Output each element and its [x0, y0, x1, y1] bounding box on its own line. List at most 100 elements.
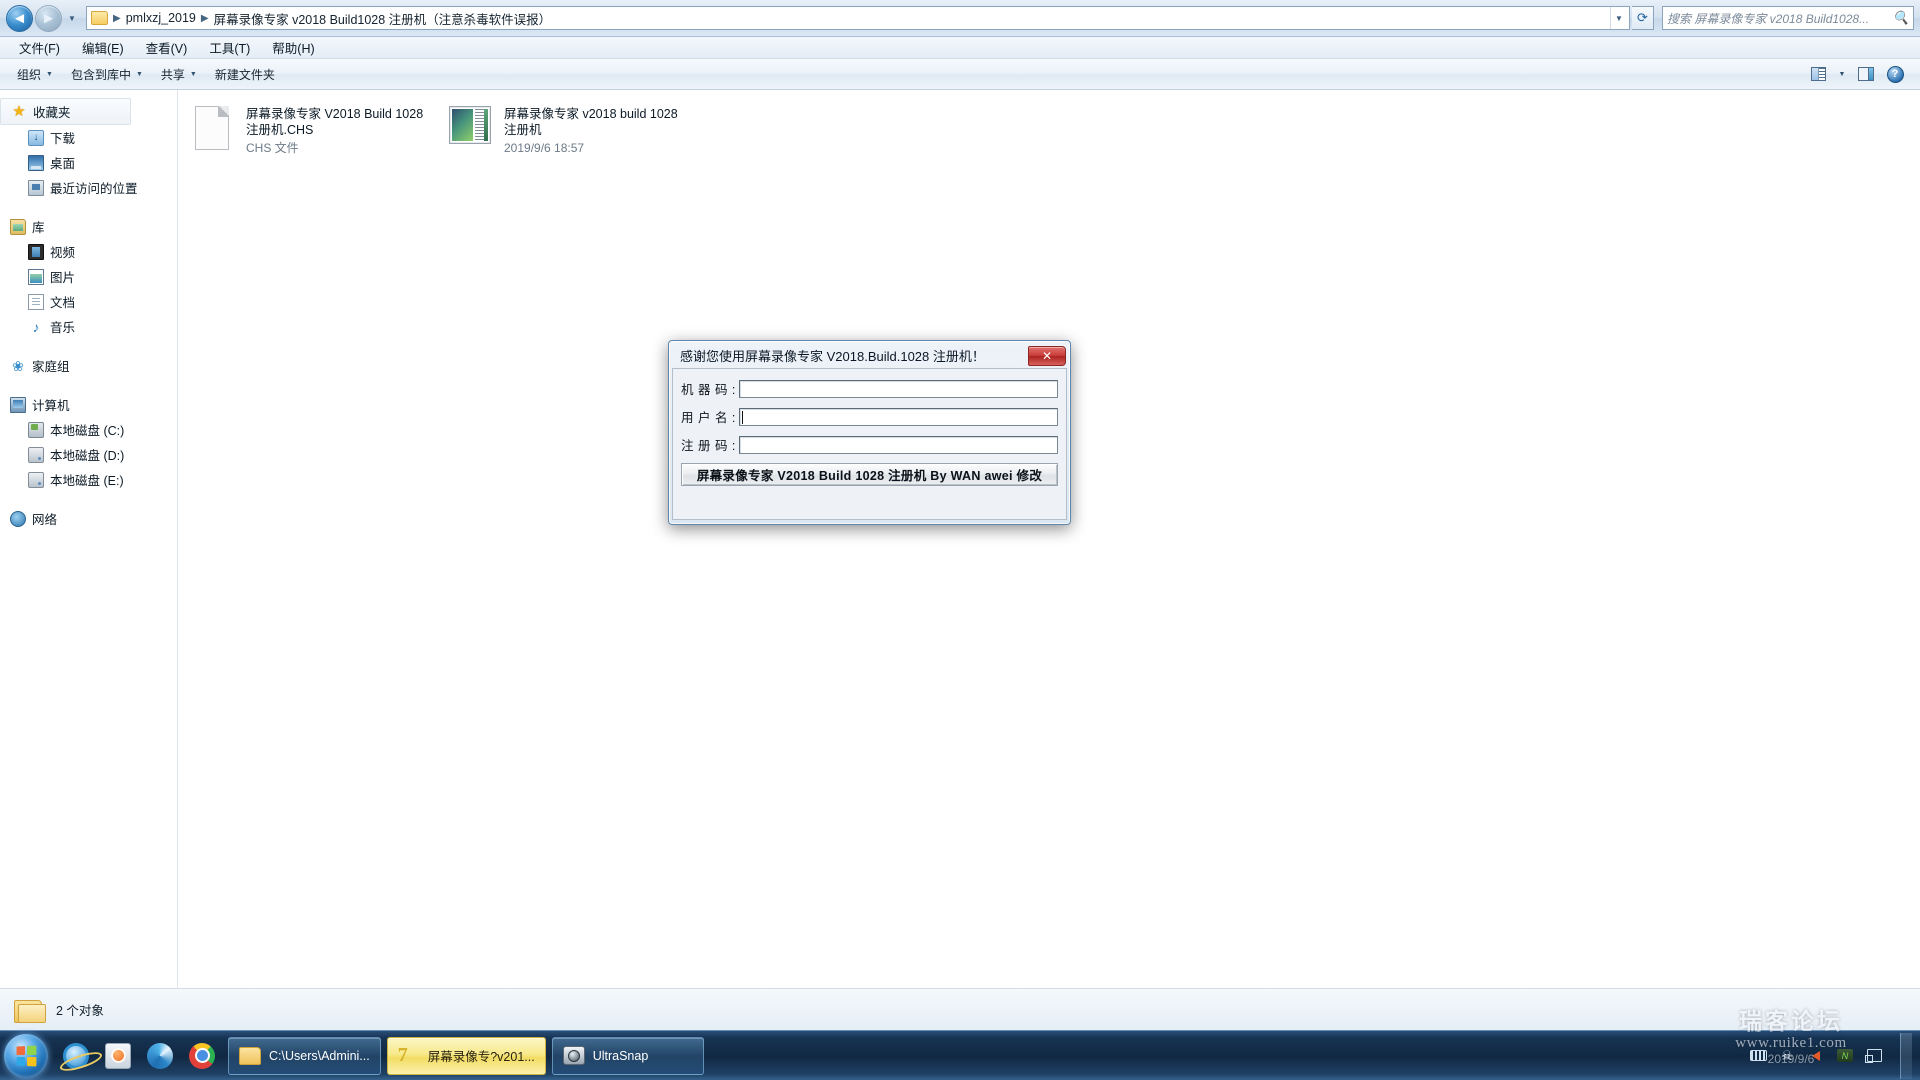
sidebar-item-homegroup[interactable]: ❀ 家庭组: [0, 353, 177, 378]
sidebar-item-network[interactable]: 网络: [0, 506, 177, 531]
network-icon[interactable]: [1864, 1048, 1883, 1064]
sidebar-item-label: 库: [32, 221, 45, 235]
downloads-icon: [28, 129, 44, 146]
taskbar-window-explorer[interactable]: C:\Users\Admini...: [228, 1036, 381, 1075]
sidebar-item-documents[interactable]: 文档: [0, 289, 177, 314]
sidebar-item-label: 图片: [50, 271, 76, 285]
machine-code-field[interactable]: [739, 379, 1058, 398]
file-meta: 屏幕录像专家 V2018 Build 1028 注册机.CHS CHS 文件: [246, 106, 434, 158]
help-icon: ?: [1886, 65, 1904, 83]
qq-browser-icon[interactable]: [140, 1036, 180, 1076]
chevron-down-icon: ▼: [1838, 70, 1846, 78]
search-input[interactable]: 搜索 屏幕录像专家 v2018 Build1028... 🔍: [1662, 6, 1914, 30]
internet-explorer-icon[interactable]: [56, 1036, 96, 1076]
sidebar-item-drive-e[interactable]: 本地磁盘 (E:): [0, 467, 177, 492]
view-layout-icon: [1810, 67, 1826, 81]
breadcrumb-item-1[interactable]: pmlxzj_2019: [123, 10, 199, 26]
windows-start-orb-icon[interactable]: [4, 1033, 48, 1078]
sidebar-item-libraries[interactable]: 库: [0, 214, 177, 239]
sidebar-item-desktop[interactable]: 桌面: [0, 150, 177, 175]
system-tray: ☠ N: [1749, 1032, 1920, 1079]
volume-icon[interactable]: [1807, 1048, 1825, 1064]
organize-button[interactable]: 组织 ▼: [8, 62, 62, 87]
text-caret: [742, 410, 743, 424]
forward-arrow-icon[interactable]: ►: [35, 4, 62, 32]
breadcrumb[interactable]: ▶ pmlxzj_2019 ▶ 屏幕录像专家 v2018 Build1028 注…: [86, 6, 1630, 30]
list-item[interactable]: 屏幕录像专家 V2018 Build 1028 注册机.CHS CHS 文件: [182, 100, 440, 164]
menu-file[interactable]: 文件(F): [8, 36, 71, 59]
sidebar-item-label: 桌面: [50, 157, 76, 171]
share-button[interactable]: 共享 ▼: [152, 62, 206, 87]
menu-help[interactable]: 帮助(H): [261, 36, 325, 59]
antivirus-icon[interactable]: ☠: [1778, 1048, 1796, 1064]
close-icon[interactable]: ✕: [1028, 345, 1066, 366]
sidebar-item-label: 音乐: [50, 321, 76, 335]
file-list-pane[interactable]: 屏幕录像专家 V2018 Build 1028 注册机.CHS CHS 文件 屏…: [178, 90, 1920, 988]
help-button[interactable]: ?: [1882, 63, 1908, 85]
username-field[interactable]: [739, 407, 1058, 426]
chevron-down-icon: ▼: [189, 70, 197, 78]
taskbar-window-label: C:\Users\Admini...: [269, 1048, 370, 1063]
new-folder-button[interactable]: 新建文件夹: [206, 62, 284, 87]
view-layout-dropdown[interactable]: ▼: [1834, 63, 1850, 85]
hard-drive-icon: [28, 446, 44, 463]
back-arrow-icon[interactable]: ◄: [6, 4, 33, 32]
file-grid: 屏幕录像专家 V2018 Build 1028 注册机.CHS CHS 文件 屏…: [178, 100, 1920, 164]
taskbar-window-ultrasnap[interactable]: UltraSnap: [551, 1036, 704, 1075]
application-window-icon: [449, 106, 491, 144]
sidebar-item-pictures[interactable]: 图片: [0, 264, 177, 289]
command-bar: 组织 ▼ 包含到库中 ▼ 共享 ▼ 新建文件夹 ▼ ?: [0, 59, 1920, 90]
include-in-library-button[interactable]: 包含到库中 ▼: [62, 62, 152, 87]
sidebar-item-downloads[interactable]: 下载: [0, 125, 177, 150]
sidebar-item-computer[interactable]: 计算机: [0, 392, 177, 417]
registration-code-label: 注 册 码 :: [681, 439, 736, 453]
sidebar-item-drive-c[interactable]: 本地磁盘 (C:): [0, 417, 177, 442]
breadcrumb-item-2[interactable]: 屏幕录像专家 v2018 Build1028 注册机（注意杀毒软件误报）: [211, 8, 555, 29]
list-item[interactable]: 屏幕录像专家 v2018 build 1028 注册机 2019/9/6 18:…: [440, 100, 698, 164]
menu-edit[interactable]: 编辑(E): [71, 36, 135, 59]
taskbar: C:\Users\Admini... 7 屏幕录像专?v201... Ultra…: [0, 1030, 1920, 1080]
sidebar-item-label: 本地磁盘 (D:): [50, 449, 125, 463]
chevron-down-icon: ▼: [135, 70, 143, 78]
homegroup-icon: ❀: [12, 357, 24, 374]
taskbar-window-pmlxzj[interactable]: 7 屏幕录像专?v201...: [386, 1036, 546, 1075]
sidebar-item-videos[interactable]: 视频: [0, 239, 177, 264]
sidebar-item-label: 本地磁盘 (E:): [50, 474, 124, 488]
camera-icon: [562, 1046, 585, 1065]
sidebar-item-recent-places[interactable]: 最近访问的位置: [0, 175, 177, 200]
machine-code-row: 机 器 码 :: [681, 379, 1058, 398]
dialog-body: 机 器 码 : 用 户 名 : 注 册 码 : 屏幕录像专家 V2018 Bui…: [672, 368, 1067, 520]
history-dropdown-icon[interactable]: ▼: [64, 6, 80, 30]
view-layout-button[interactable]: [1805, 63, 1831, 85]
menu-view[interactable]: 查看(V): [135, 36, 199, 59]
file-name: 屏幕录像专家 v2018 build 1028 注册机: [504, 107, 678, 137]
chevron-down-icon[interactable]: ▼: [1610, 7, 1627, 29]
navigation-pane: ★ 收藏夹 下载 桌面 最近访问的位置 库 视频: [0, 90, 178, 988]
sidebar-item-label: 收藏夹: [33, 106, 71, 120]
windows-media-player-icon[interactable]: [98, 1036, 138, 1076]
dialog-title-bar[interactable]: 感谢您使用屏幕录像专家 V2018.Build.1028 注册机！ ✕: [672, 344, 1067, 367]
recent-places-icon: [28, 179, 44, 196]
sidebar-item-drive-d[interactable]: 本地磁盘 (D:): [0, 442, 177, 467]
sidebar-item-favorites[interactable]: ★ 收藏夹: [0, 98, 131, 125]
nvidia-icon[interactable]: N: [1836, 1048, 1854, 1064]
music-library-icon: ♪: [32, 318, 40, 335]
sidebar-item-label: 家庭组: [32, 360, 70, 374]
status-bar: 2 个对象: [0, 988, 1920, 1030]
preview-pane-button[interactable]: [1853, 63, 1879, 85]
search-icon: 🔍: [1892, 10, 1909, 25]
taskbar-window-label: UltraSnap: [592, 1048, 649, 1063]
chrome-browser-icon[interactable]: [182, 1036, 222, 1076]
folder-icon: [91, 11, 108, 25]
sidebar-item-music[interactable]: ♪ 音乐: [0, 314, 177, 339]
share-label: 共享: [160, 67, 185, 82]
show-desktop-button[interactable]: [1900, 1032, 1912, 1079]
menu-tools[interactable]: 工具(T): [198, 36, 261, 59]
refresh-icon[interactable]: ⟳: [1632, 6, 1654, 30]
username-row: 用 户 名 :: [681, 407, 1058, 426]
registration-code-field[interactable]: [739, 435, 1058, 454]
generate-button[interactable]: 屏幕录像专家 V2018 Build 1028 注册机 By WAN awei …: [681, 463, 1058, 486]
keyboard-layout-icon[interactable]: [1749, 1048, 1767, 1064]
generic-document-icon: [195, 106, 229, 150]
